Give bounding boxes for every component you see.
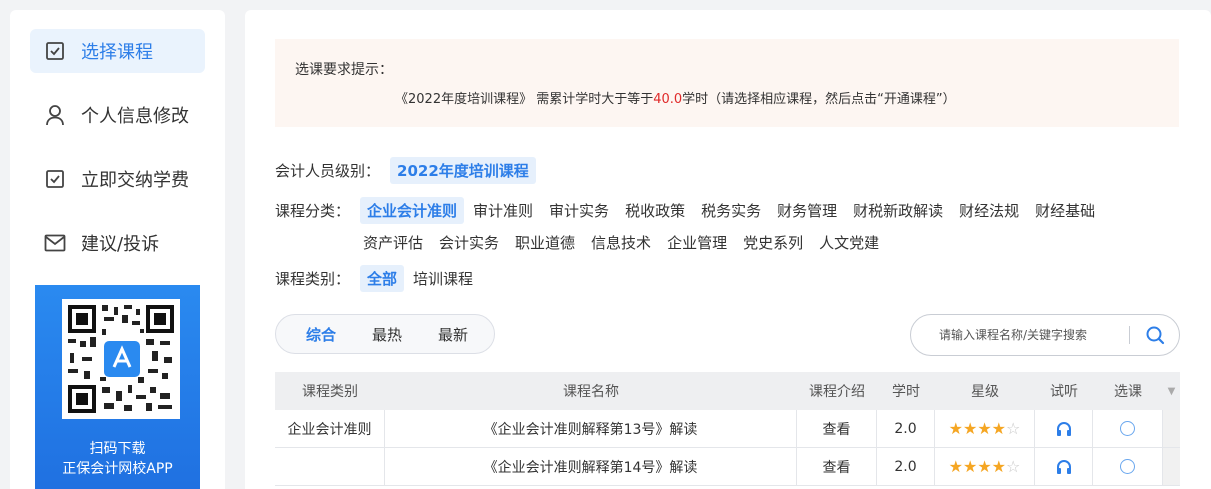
filter-option[interactable]: 会计实务 — [432, 229, 506, 256]
dropdown-arrow-icon[interactable]: ▼ — [1163, 386, 1180, 397]
filter-option[interactable]: 财税新政解读 — [846, 197, 950, 224]
scrollbar-track[interactable] — [1163, 410, 1180, 447]
cell-category — [275, 448, 385, 485]
audition-button[interactable] — [1035, 410, 1093, 447]
sidebar-item-select-course[interactable]: 选择课程 — [30, 29, 205, 73]
filter-option[interactable]: 资产评估 — [356, 229, 430, 256]
search-box — [910, 314, 1180, 356]
column-header: 星级 — [971, 384, 999, 400]
radio-icon — [1120, 459, 1135, 474]
stars-icon: ★★★★☆ — [948, 419, 1021, 438]
sidebar-item-profile[interactable]: 个人信息修改 — [30, 93, 205, 137]
filter-option[interactable]: 人文党建 — [812, 229, 886, 256]
table-header: 课程类别 课程名称 课程介绍 学时 星级 试听 选课 ▼ — [275, 372, 1180, 410]
filter-option[interactable]: 财经法规 — [952, 197, 1026, 224]
filter-option[interactable]: 税务实务 — [694, 197, 768, 224]
notice-title: 选课要求提示： — [295, 62, 393, 78]
sidebar-item-label: 个人信息修改 — [81, 106, 189, 127]
checkbox-icon — [44, 40, 66, 62]
select-course-radio[interactable] — [1093, 448, 1163, 485]
column-header: 选课 — [1114, 384, 1142, 400]
sort-tab-comprehensive[interactable]: 综合 — [288, 324, 354, 345]
qr-code-image — [62, 299, 180, 419]
notice-body-suffix: 学时（请选择相应课程，然后点击“开通课程”） — [682, 92, 956, 107]
filter-category-row2: 资产评估 会计实务 职业道德 信息技术 企业管理 党史系列 人文党建 — [356, 229, 888, 256]
filter-label: 会计人员级别： — [275, 162, 381, 180]
filter-option[interactable]: 财经基础 — [1028, 197, 1102, 224]
cell-hours: 2.0 — [877, 448, 935, 485]
filter-option[interactable]: 2022年度培训课程 — [390, 157, 536, 184]
qr-caption-line1: 扫码下载 — [89, 441, 146, 457]
scrollbar-track[interactable] — [1163, 448, 1180, 485]
main-panel: 选课要求提示： 《2022年度培训课程》 需累计学时大于等于40.0学时（请选择… — [245, 10, 1211, 489]
star-rating: ★★★★☆ — [935, 448, 1035, 485]
cell-course-name[interactable]: 《企业会计准则解释第13号》解读 — [385, 410, 797, 447]
view-intro-link[interactable]: 查看 — [797, 448, 877, 485]
filter-option[interactable]: 财务管理 — [770, 197, 844, 224]
user-icon — [44, 104, 66, 126]
app-download-banner: 扫码下载 正保会计网校APP — [35, 285, 200, 489]
cell-category: 企业会计准则 — [275, 410, 385, 447]
headphones-icon — [1056, 459, 1071, 474]
sidebar-item-feedback[interactable]: 建议/投诉 — [30, 221, 205, 265]
column-header: 课程类别 — [302, 384, 358, 400]
filter-label: 课程类别： — [275, 270, 351, 288]
headphones-icon — [1056, 421, 1071, 436]
filter-option[interactable]: 全部 — [360, 265, 405, 292]
radio-icon — [1120, 421, 1135, 436]
sidebar-item-pay-fee[interactable]: 立即交纳学费 — [30, 157, 205, 201]
notice-body: 《2022年度培训课程》 需累计学时大于等于40.0学时（请选择相应课程，然后点… — [395, 88, 956, 107]
filter-option[interactable]: 审计实务 — [542, 197, 616, 224]
filter-type: 课程类别： 全部 培训课程 — [275, 265, 482, 292]
filter-option[interactable]: 培训课程 — [406, 265, 480, 292]
sidebar: 选择课程 个人信息修改 立即交纳学费 建议/投诉 扫码下载 正保会计网校APP — [10, 10, 225, 489]
sidebar-item-label: 立即交纳学费 — [81, 170, 189, 191]
cell-hours: 2.0 — [877, 410, 935, 447]
view-intro-link[interactable]: 查看 — [797, 410, 877, 447]
filter-option[interactable]: 信息技术 — [584, 229, 658, 256]
search-input[interactable] — [939, 328, 1119, 342]
checkbox-icon — [44, 168, 66, 190]
filter-category: 课程分类： 企业会计准则 审计准则 审计实务 税收政策 税务实务 财务管理 财税… — [275, 197, 1104, 224]
column-header: 课程介绍 — [809, 384, 865, 400]
stars-icon: ★★★★☆ — [948, 457, 1021, 476]
star-rating: ★★★★☆ — [935, 410, 1035, 447]
course-table: 课程类别 课程名称 课程介绍 学时 星级 试听 选课 ▼ 企业会计准则 《企业会… — [275, 372, 1180, 486]
cell-course-name[interactable]: 《企业会计准则解释第14号》解读 — [385, 448, 797, 485]
filter-level: 会计人员级别： 2022年度培训课程 — [275, 157, 538, 184]
column-header: 课程名称 — [563, 384, 619, 400]
table-row: 企业会计准则 《企业会计准则解释第13号》解读 查看 2.0 ★★★★☆ — [275, 410, 1180, 448]
course-requirement-notice: 选课要求提示： 《2022年度培训课程》 需累计学时大于等于40.0学时（请选择… — [275, 39, 1179, 127]
required-hours: 40.0 — [653, 92, 683, 107]
search-icon[interactable] — [1145, 325, 1165, 345]
audition-button[interactable] — [1035, 448, 1093, 485]
column-header: 试听 — [1050, 384, 1078, 400]
table-row: 《企业会计准则解释第14号》解读 查看 2.0 ★★★★☆ — [275, 448, 1180, 486]
filter-option[interactable]: 企业会计准则 — [360, 197, 465, 224]
sort-tab-newest[interactable]: 最新 — [420, 324, 486, 345]
filter-option[interactable]: 企业管理 — [660, 229, 734, 256]
sidebar-item-label: 建议/投诉 — [81, 234, 160, 255]
qr-caption-line2: 正保会计网校APP — [62, 461, 173, 477]
column-header: 学时 — [892, 384, 920, 400]
search-divider — [1129, 326, 1130, 344]
sort-tabs: 综合 最热 最新 — [275, 314, 495, 354]
sidebar-item-label: 选择课程 — [81, 42, 153, 63]
filter-label: 课程分类： — [275, 202, 351, 220]
notice-body-prefix: 《2022年度培训课程》 需累计学时大于等于 — [395, 92, 654, 107]
filter-option[interactable]: 审计准则 — [466, 197, 540, 224]
filter-option[interactable]: 职业道德 — [508, 229, 582, 256]
filter-option[interactable]: 党史系列 — [736, 229, 810, 256]
filter-option[interactable]: 税收政策 — [618, 197, 692, 224]
sort-tab-hottest[interactable]: 最热 — [354, 324, 420, 345]
select-course-radio[interactable] — [1093, 410, 1163, 447]
mail-icon — [44, 232, 66, 254]
